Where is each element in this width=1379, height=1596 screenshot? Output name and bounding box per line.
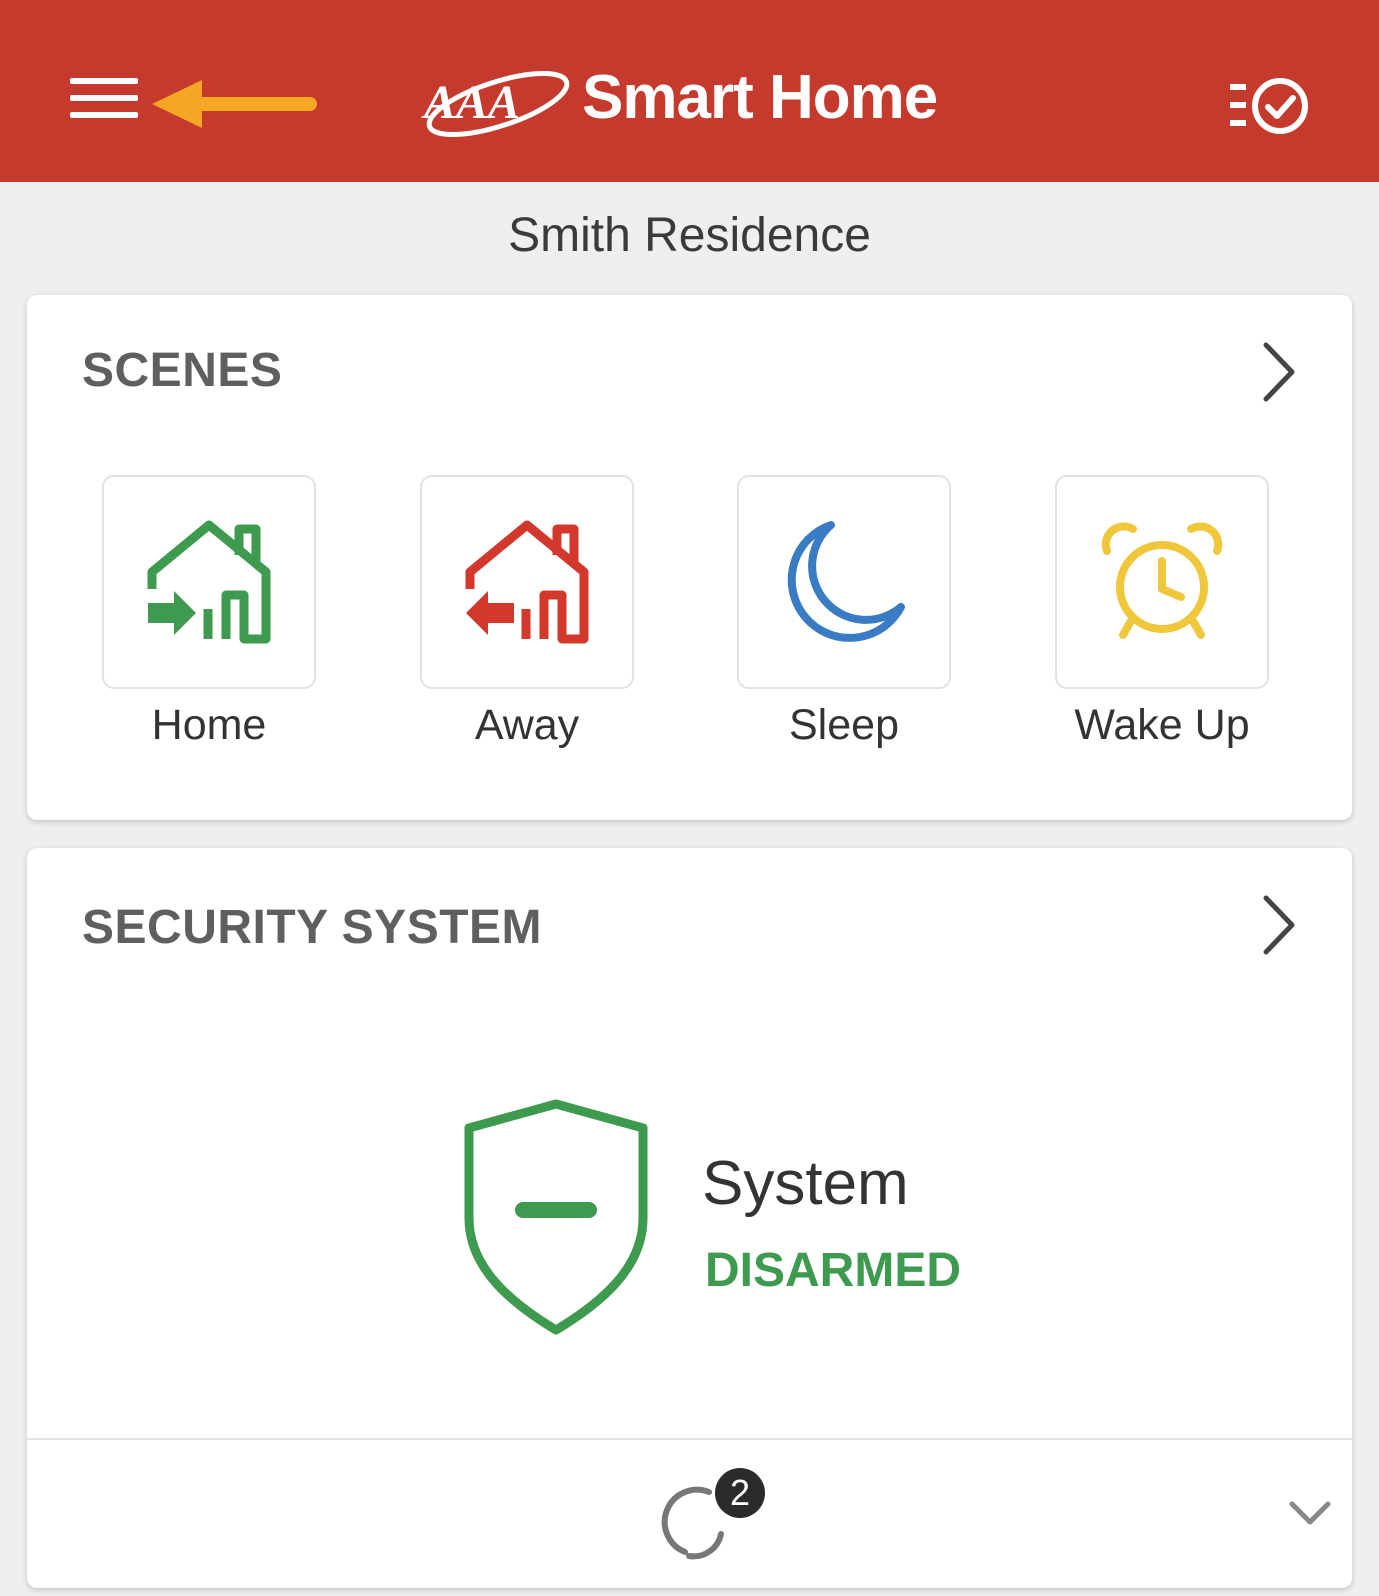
card-divider [27, 1438, 1352, 1440]
scene-label: Sleep [789, 701, 899, 749]
aaa-logo-icon: AAA [421, 70, 570, 138]
scene-wakeup-button[interactable]: Wake Up [1052, 475, 1272, 750]
hamburger-menu-icon[interactable] [70, 78, 138, 128]
shield-disarmed-icon[interactable] [451, 1098, 661, 1338]
chevron-down-icon[interactable] [1288, 1498, 1332, 1528]
residence-name: Smith Residence [508, 209, 871, 262]
chevron-right-icon[interactable] [1252, 890, 1302, 960]
house-leave-icon [465, 520, 589, 644]
app-brand-title: Smart Home [582, 63, 938, 132]
scene-wakeup-tile[interactable] [1055, 475, 1269, 689]
scene-home-tile[interactable] [102, 475, 316, 689]
system-label: System [702, 1149, 909, 1218]
scene-away-tile[interactable] [420, 475, 634, 689]
scenes-card: SCENES Home Away Sleep Wake Up [27, 295, 1352, 820]
pointer-arrow-icon [152, 80, 317, 128]
alarm-clock-icon [1101, 522, 1223, 639]
scene-away-button[interactable]: Away [417, 475, 637, 750]
scene-label: Home [151, 701, 267, 749]
house-arrive-icon [147, 520, 271, 644]
scenes-title: SCENES [82, 344, 283, 397]
system-status: DISARMED [705, 1244, 962, 1297]
scene-home-button[interactable]: Home [99, 475, 319, 750]
security-card: SECURITY SYSTEM System DISARMED 2 [27, 848, 1352, 1588]
scene-label: Away [474, 701, 580, 749]
checklist-icon[interactable] [1230, 72, 1320, 140]
moon-icon [787, 521, 905, 642]
scene-sleep-tile[interactable] [737, 475, 951, 689]
app-header: AAA Smart Home [0, 0, 1379, 182]
security-title: SECURITY SYSTEM [82, 901, 543, 954]
chevron-right-icon[interactable] [1252, 337, 1302, 407]
scene-sleep-button[interactable]: Sleep [734, 475, 954, 750]
svg-text:AAA: AAA [421, 76, 520, 129]
sync-count-badge: 2 [715, 1468, 765, 1518]
scene-label: Wake Up [1074, 701, 1250, 749]
